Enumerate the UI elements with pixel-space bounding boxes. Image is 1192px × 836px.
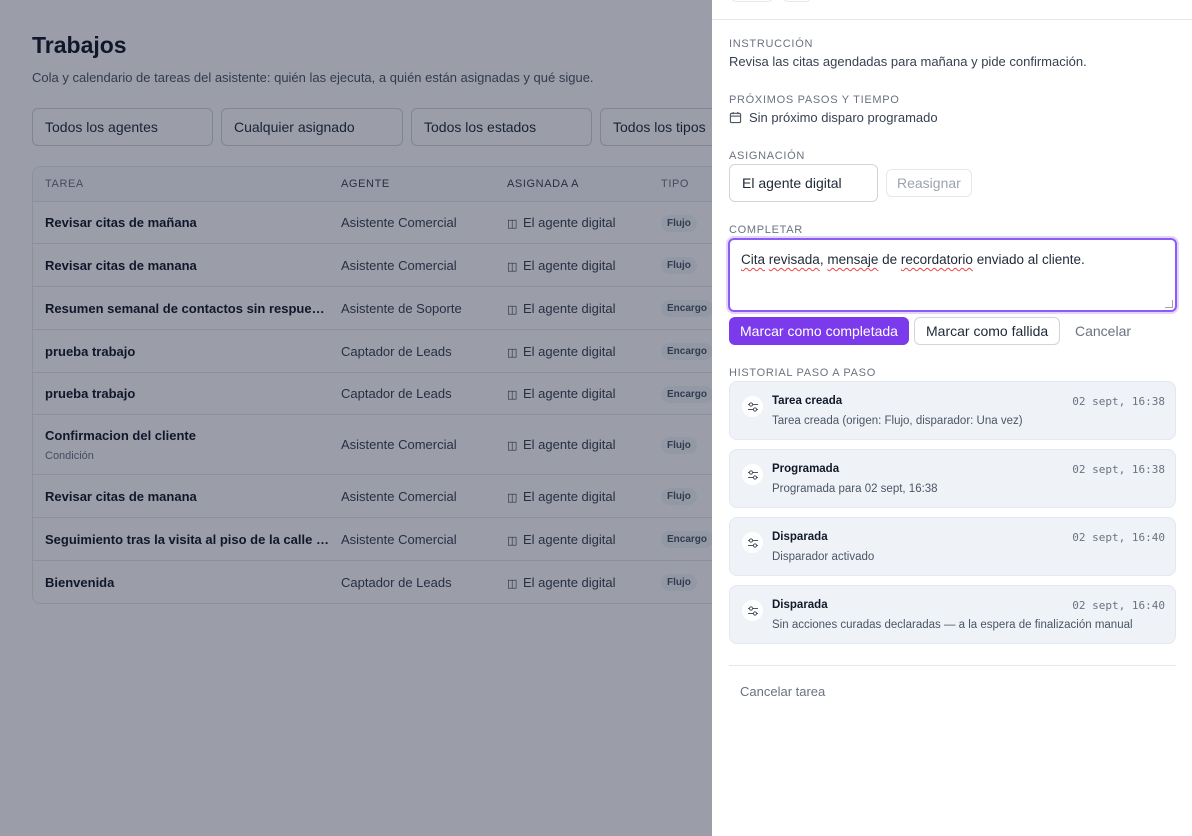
panel-tab-button[interactable] (783, 0, 811, 2)
instruction-text: Revisa las citas agendadas para mañana y… (729, 54, 1087, 69)
panel-tab-button[interactable] (731, 0, 773, 2)
history-label: HISTORIAL PASO A PASO (729, 367, 876, 379)
complete-label: COMPLETAR (729, 224, 803, 236)
cancel-task-link[interactable]: Cancelar tarea (740, 684, 825, 699)
instruction-label: INSTRUCCIÓN (729, 38, 814, 50)
history-title: Programada (772, 463, 840, 475)
misspelled-word: mensaje (827, 252, 879, 267)
history-description: Sin acciones curadas declaradas — a la e… (772, 619, 1133, 631)
misspelled-word: Cita (741, 252, 766, 267)
misspelled-word: revisada (768, 252, 820, 267)
mark-completed-button[interactable]: Marcar como completada (729, 317, 909, 345)
sliders-icon (742, 396, 763, 417)
completion-notes-textarea[interactable]: Cita revisada, mensaje de recordatorio e… (728, 238, 1177, 312)
resize-handle-icon[interactable] (1165, 300, 1173, 308)
history-timestamp: 02 sept, 16:40 (1072, 531, 1165, 544)
reassign-button[interactable]: Reasignar (886, 169, 972, 197)
history-title: Tarea creada (772, 395, 843, 407)
cancel-button[interactable]: Cancelar (1075, 317, 1131, 345)
history-timestamp: 02 sept, 16:40 (1072, 599, 1165, 612)
history-timestamp: 02 sept, 16:38 (1072, 463, 1165, 476)
mark-failed-button[interactable]: Marcar como fallida (914, 317, 1061, 345)
textarea-text: Cita revisada, mensaje de recordatorio e… (741, 252, 1085, 267)
history-item: Tarea creada 02 sept, 16:38 Tarea creada… (729, 381, 1176, 440)
assignee-input[interactable]: El agente digital (729, 164, 878, 202)
history-description: Programada para 02 sept, 16:38 (772, 483, 938, 495)
sliders-icon (742, 532, 763, 553)
sliders-icon (742, 464, 763, 485)
assignment-label: ASIGNACIÓN (729, 150, 806, 162)
history-timestamp: 02 sept, 16:38 (1072, 395, 1165, 408)
job-detail-panel: INSTRUCCIÓN Revisa las citas agendadas p… (712, 0, 1192, 836)
history-item: Disparada 02 sept, 16:40 Sin acciones cu… (729, 585, 1176, 644)
next-steps-text: Sin próximo disparo programado (749, 110, 938, 125)
history-description: Disparador activado (772, 551, 875, 563)
panel-header (712, 0, 1192, 20)
text-fragment: de (878, 252, 901, 267)
misspelled-word: recordatorio (900, 252, 973, 267)
next-steps-label: PRÓXIMOS PASOS Y TIEMPO (729, 94, 900, 106)
calendar-icon (729, 111, 742, 124)
history-item: Disparada 02 sept, 16:40 Disparador acti… (729, 517, 1176, 576)
panel-divider (729, 665, 1176, 666)
next-steps-row: Sin próximo disparo programado (729, 110, 938, 125)
history-title: Disparada (772, 531, 828, 543)
sliders-icon (742, 600, 763, 621)
history-description: Tarea creada (origen: Flujo, disparador:… (772, 415, 1023, 427)
text-fragment: enviado al cliente. (972, 252, 1085, 267)
history-item: Programada 02 sept, 16:38 Programada par… (729, 449, 1176, 508)
history-title: Disparada (772, 599, 828, 611)
